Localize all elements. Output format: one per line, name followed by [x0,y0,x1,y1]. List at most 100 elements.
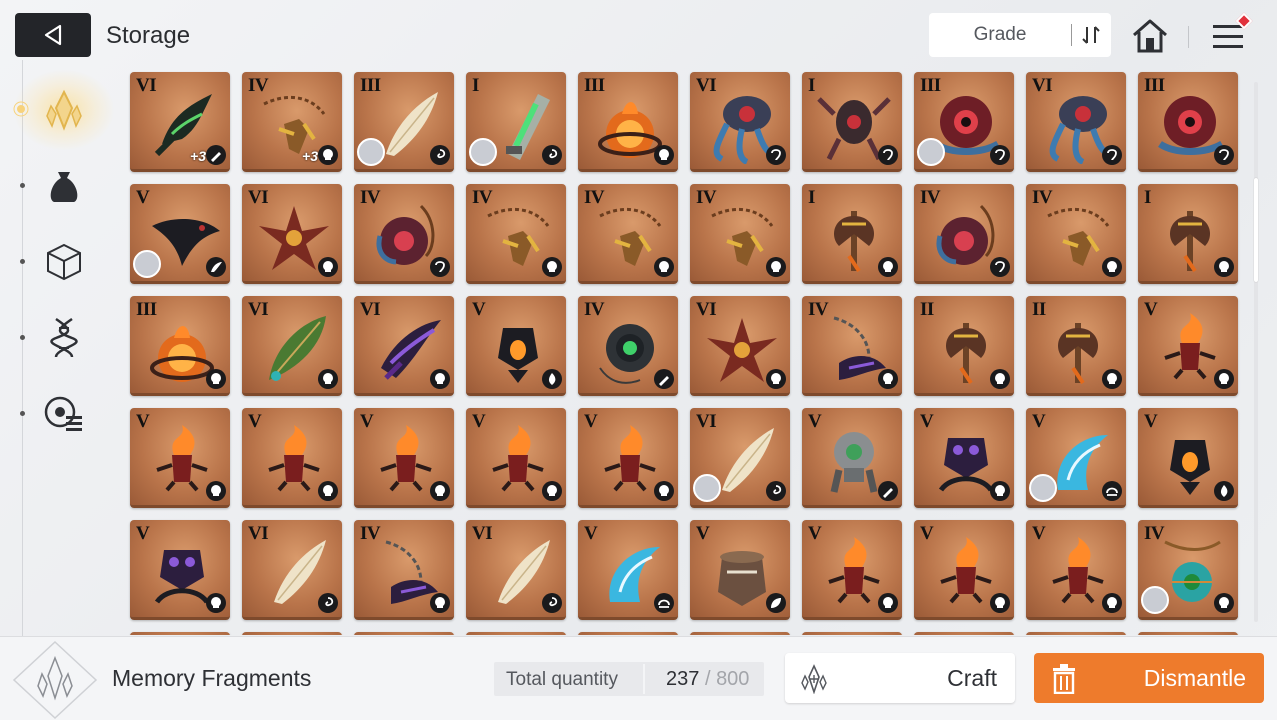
grade-label: V [920,523,934,544]
fragment-card[interactable]: VI [690,72,790,172]
fragment-card[interactable]: V [914,408,1014,508]
rail-item-cube[interactable] [36,234,92,290]
fragment-card[interactable]: VI [466,520,566,620]
fragment-card[interactable] [354,632,454,635]
fragment-card[interactable]: VI [690,296,790,396]
fragment-card[interactable]: V [242,408,342,508]
fragment-card[interactable]: VI [690,408,790,508]
fragment-card[interactable]: V [690,520,790,620]
fragment-card[interactable]: IV [1138,520,1238,620]
fragment-card[interactable]: VI [1026,72,1126,172]
fragment-card[interactable]: V [1026,520,1126,620]
rail-item-bag[interactable] [36,158,92,214]
fragment-card[interactable]: V [130,408,230,508]
quantity-slash: / [704,668,711,690]
fragment-card[interactable]: V [1026,408,1126,508]
fragment-card[interactable] [242,632,342,635]
fragment-card[interactable]: I [802,72,902,172]
fragment-card[interactable] [130,632,230,635]
fragment-card[interactable] [690,632,790,635]
fragment-card[interactable] [578,632,678,635]
grade-label: IV [1144,523,1165,544]
fragment-card[interactable] [1138,632,1238,635]
fragment-card[interactable]: V [466,408,566,508]
rail-item-dna[interactable] [36,310,92,366]
sort-dropdown[interactable]: Grade [929,13,1111,57]
dismantle-button[interactable]: Dismantle [1034,653,1264,703]
fragment-card[interactable]: V [802,408,902,508]
fragment-card[interactable]: III [578,72,678,172]
grade-label: V [584,523,598,544]
ram-icon [990,145,1010,165]
scrollbar-track[interactable] [1254,82,1258,622]
fragment-card[interactable]: IV [1026,184,1126,284]
skull-icon [318,257,338,277]
fragment-card[interactable]: IV [690,184,790,284]
fragment-card[interactable]: V [802,520,902,620]
wing-icon [206,257,226,277]
skull-icon [206,481,226,501]
fragment-card[interactable]: I [802,184,902,284]
fragment-card[interactable]: V [914,520,1014,620]
home-button[interactable] [1129,16,1171,56]
fragment-card[interactable] [466,632,566,635]
rail-item-records[interactable] [36,386,92,442]
trash-icon [1053,664,1075,694]
fragment-card[interactable]: V [578,520,678,620]
equipped-avatar [133,250,161,278]
fragment-card[interactable]: VI [354,296,454,396]
fragment-card[interactable]: V [1138,408,1238,508]
fragment-card[interactable]: V [466,296,566,396]
fragment-card[interactable] [914,632,1014,635]
fragment-card[interactable]: IV [578,296,678,396]
fragment-card[interactable]: III [130,296,230,396]
fragment-card[interactable]: IV [914,184,1014,284]
fragment-card[interactable]: I [1138,184,1238,284]
fragment-card[interactable]: V [130,520,230,620]
fragment-card[interactable]: VI [242,520,342,620]
fragment-card[interactable]: VI [242,184,342,284]
fragment-card[interactable]: VI +3 [130,72,230,172]
skull-icon [206,593,226,613]
grade-label: I [472,75,479,96]
fragment-card[interactable]: IV [466,184,566,284]
fragment-card[interactable]: V [1138,296,1238,396]
craft-crystal-icon [801,664,827,694]
grade-label: VI [696,75,717,96]
fragment-card[interactable]: V [578,408,678,508]
fragment-card[interactable]: IV [802,296,902,396]
fragment-card[interactable]: III [1138,72,1238,172]
fragment-card[interactable] [802,632,902,635]
fragment-card[interactable]: II [1026,296,1126,396]
craft-button[interactable]: Craft [785,653,1015,703]
fragment-card[interactable]: III [914,72,1014,172]
grade-label: IV [808,299,829,320]
skull-icon [318,369,338,389]
skull-icon [990,369,1010,389]
scrollbar-thumb[interactable] [1254,178,1258,282]
fragment-card[interactable]: V [354,408,454,508]
fragment-card[interactable]: IV [578,184,678,284]
pen-icon [878,481,898,501]
grade-label: VI [472,523,493,544]
fragment-card[interactable]: IV [354,520,454,620]
fragment-card[interactable]: VI [242,296,342,396]
skull-icon [878,593,898,613]
fragment-card[interactable]: IV +3 [242,72,342,172]
divider [1188,26,1189,48]
fragment-card[interactable]: V [130,184,230,284]
rail-dot [20,335,25,340]
sort-order-toggle[interactable] [1072,13,1110,57]
skull-icon [1214,369,1234,389]
skull-icon [542,257,562,277]
fragment-card[interactable] [1026,632,1126,635]
grade-label: III [360,75,381,96]
fragment-card[interactable]: IV [354,184,454,284]
rail-item-memory-fragments[interactable] [36,82,92,138]
sort-label: Grade [973,24,1027,45]
ram-icon [878,145,898,165]
fragment-card[interactable]: II [914,296,1014,396]
fragment-card[interactable]: III [354,72,454,172]
fragment-card[interactable]: I [466,72,566,172]
back-button[interactable] [15,13,91,57]
